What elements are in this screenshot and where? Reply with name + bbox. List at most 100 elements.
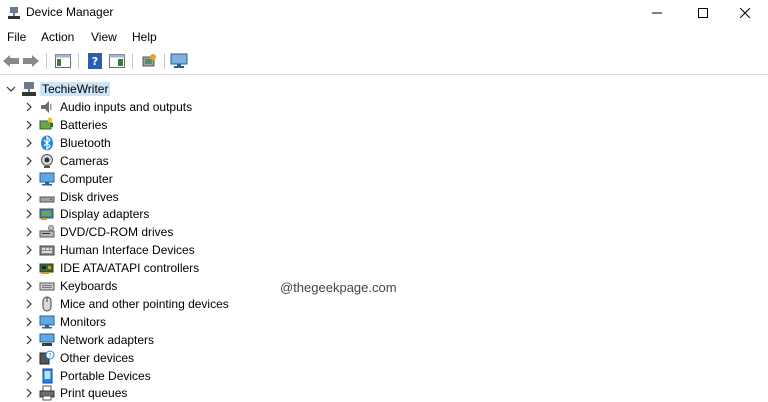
chevron-right-icon[interactable]: [24, 299, 34, 309]
tree-item-label: Other devices: [60, 350, 135, 365]
disk-drive-icon: [39, 196, 55, 202]
menu-help[interactable]: Help: [132, 30, 157, 44]
chevron-right-icon[interactable]: [24, 371, 34, 381]
chevron-right-icon[interactable]: [24, 388, 34, 398]
other-devices-icon: ?: [39, 350, 55, 365]
keyboard-icon: [39, 282, 55, 291]
hid-icon: [39, 245, 55, 256]
chevron-right-icon[interactable]: [24, 227, 34, 237]
forward-button[interactable]: [22, 52, 40, 70]
printer-icon: [39, 385, 55, 401]
tree-item[interactable]: Print queues: [0, 384, 600, 402]
chevron-right-icon[interactable]: [24, 263, 34, 273]
chevron-right-icon[interactable]: [24, 317, 34, 327]
tree-item[interactable]: Disk drives: [0, 188, 600, 206]
tree-item-label: Cameras: [60, 153, 109, 168]
tree-item-label: IDE ATA/ATAPI controllers: [60, 261, 200, 276]
console-tree-icon: [55, 54, 71, 68]
portable-device-icon: [42, 368, 53, 383]
chevron-right-icon[interactable]: [24, 174, 34, 184]
chevron-right-icon[interactable]: [24, 120, 34, 130]
toolbar-separator: [164, 53, 165, 69]
display-adapter-icon: [39, 208, 54, 221]
menu-view[interactable]: View: [91, 30, 117, 44]
scan-hardware-icon: [142, 54, 156, 67]
device-tree: TechieWriter Audio inputs and outputs Bat…: [0, 78, 768, 402]
tree-item[interactable]: Monitors: [0, 313, 600, 331]
toolbar-separator: [78, 53, 79, 69]
tree-item-label: Print queues: [60, 386, 128, 401]
chevron-right-icon[interactable]: [24, 209, 34, 219]
battery-icon: [39, 117, 53, 130]
tree-item-label: Human Interface Devices: [60, 243, 195, 258]
tree-root[interactable]: TechieWriter: [0, 80, 600, 98]
svg-text:?: ?: [48, 352, 51, 359]
maximize-icon: [698, 8, 708, 18]
tree-item[interactable]: Computer: [0, 170, 600, 188]
tree-item-label: Batteries: [60, 117, 108, 132]
window-title: Device Manager: [26, 5, 114, 19]
update-driver-button[interactable]: [170, 52, 188, 70]
menu-bar: File Action View Help: [0, 26, 768, 48]
close-icon: [740, 8, 750, 18]
tree-item[interactable]: Mice and other pointing devices: [0, 295, 600, 313]
chevron-right-icon[interactable]: [24, 335, 34, 345]
tree-item[interactable]: Network adapters: [0, 331, 600, 349]
tree-item-label: Disk drives: [60, 189, 119, 204]
scan-hardware-changes-button[interactable]: [140, 52, 158, 70]
properties-icon: [109, 54, 125, 68]
toolbar-separator: [46, 53, 47, 69]
tree-item-label: Keyboards: [60, 279, 118, 293]
tree-item[interactable]: ? Other devices: [0, 349, 600, 367]
tree-item[interactable]: Cameras: [0, 152, 600, 170]
chevron-right-icon[interactable]: [24, 156, 34, 166]
help-icon: ?: [88, 53, 102, 69]
tree-item-label: Monitors: [60, 314, 107, 329]
device-manager-icon: [8, 7, 20, 19]
tree-item-label: Display adapters: [60, 207, 150, 222]
tree-item-label: Audio inputs and outputs: [60, 100, 193, 114]
tree-item[interactable]: Human Interface Devices: [0, 241, 600, 259]
dvd-drive-icon: [39, 225, 55, 238]
close-button[interactable]: [722, 0, 768, 26]
toolbar: ?: [0, 48, 768, 75]
minimize-button[interactable]: [634, 0, 680, 26]
chevron-down-icon[interactable]: [6, 84, 16, 94]
chevron-right-icon[interactable]: [24, 192, 34, 202]
tree-item-label: Mice and other pointing devices: [60, 296, 229, 311]
properties-button[interactable]: [108, 52, 126, 70]
tree-item[interactable]: Portable Devices: [0, 367, 600, 385]
chevron-right-icon[interactable]: [24, 281, 34, 291]
tree-item-label: Computer: [60, 171, 113, 186]
chevron-right-icon[interactable]: [24, 138, 34, 148]
tree-item[interactable]: Display adapters: [0, 205, 600, 223]
tree-item[interactable]: Audio inputs and outputs: [0, 98, 600, 116]
monitor-icon: [170, 53, 188, 68]
computer-root-icon: [22, 82, 36, 96]
chevron-right-icon[interactable]: [24, 245, 34, 255]
menu-action[interactable]: Action: [41, 30, 74, 44]
tree-item-label: DVD/CD-ROM drives: [60, 225, 174, 240]
tree-item-label: Portable Devices: [60, 368, 151, 383]
menu-file[interactable]: File: [7, 30, 26, 44]
back-button[interactable]: [2, 52, 20, 70]
title-bar: Device Manager: [0, 0, 768, 26]
tree-item[interactable]: Batteries: [0, 116, 600, 134]
back-arrow-icon: [3, 55, 19, 67]
monitor-icon: [39, 172, 55, 186]
show-hide-console-tree-button[interactable]: [54, 52, 72, 70]
tree-item[interactable]: IDE ATA/ATAPI controllers: [0, 259, 600, 277]
chevron-right-icon[interactable]: [24, 353, 34, 363]
tree-item-label: Network adapters: [60, 332, 155, 347]
forward-arrow-icon: [23, 55, 39, 67]
monitor-icon: [39, 315, 55, 329]
maximize-button[interactable]: [680, 0, 726, 26]
watermark: @thegeekpage.com: [280, 280, 397, 295]
tree-item[interactable]: Bluetooth: [0, 134, 600, 152]
speaker-icon: [41, 101, 52, 113]
tree-item[interactable]: DVD/CD-ROM drives: [0, 223, 600, 241]
chevron-right-icon[interactable]: [24, 102, 34, 112]
ide-controller-icon: [39, 263, 54, 275]
tree-item-label: Bluetooth: [60, 135, 111, 150]
help-button[interactable]: ?: [86, 52, 104, 70]
